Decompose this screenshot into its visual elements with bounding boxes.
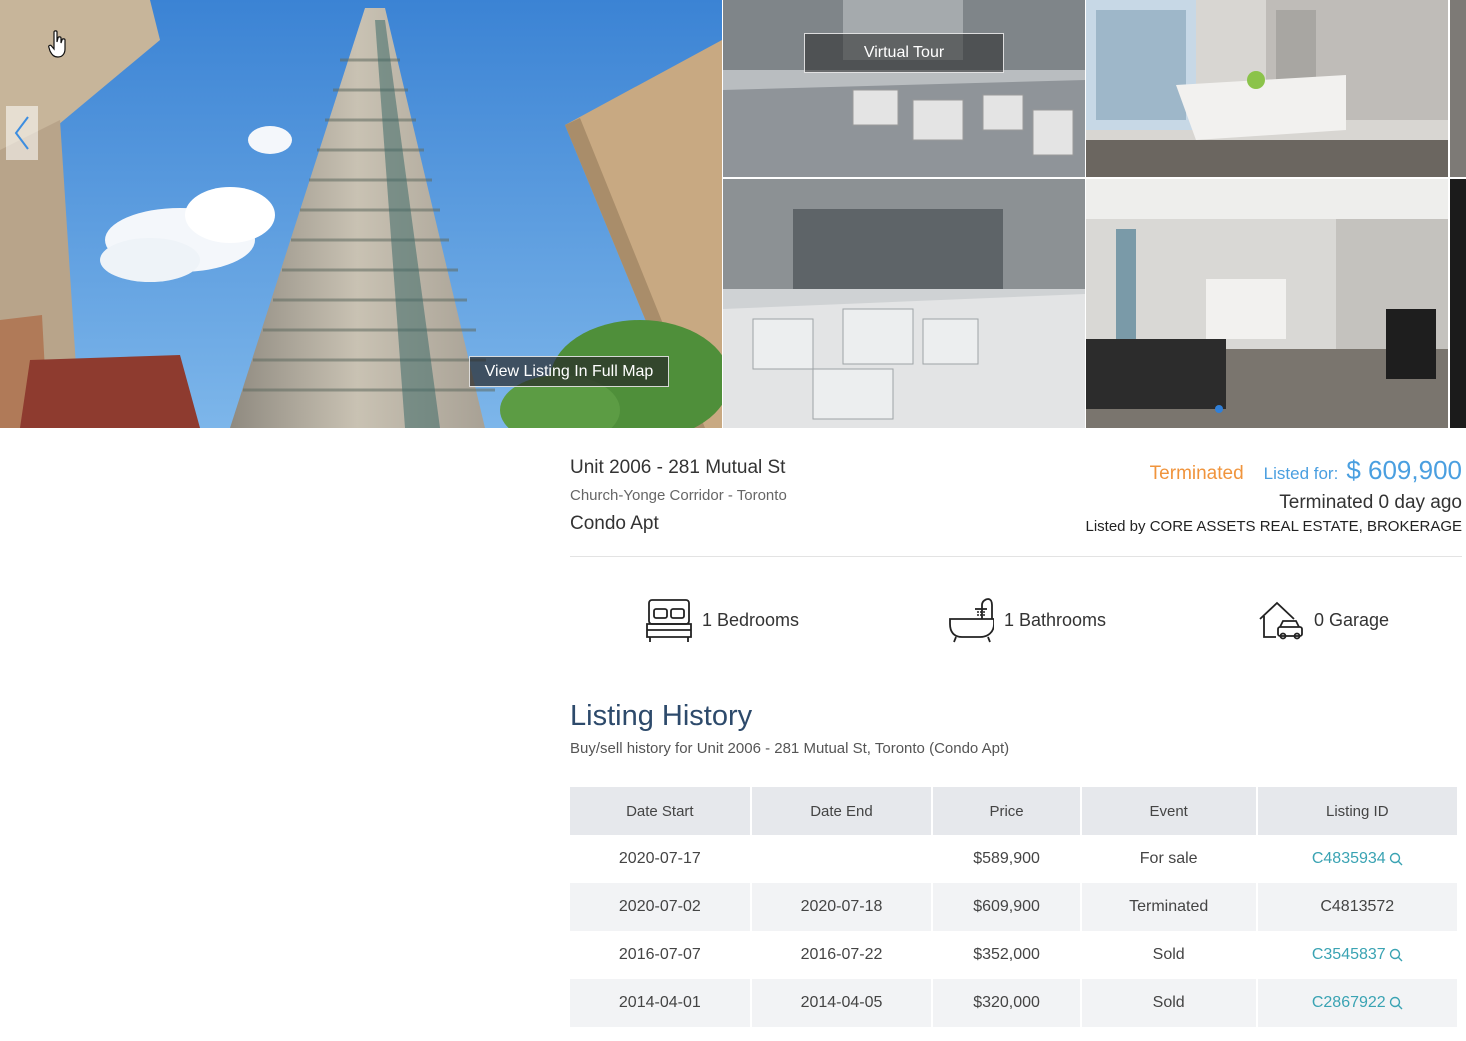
column-header: Event (1081, 787, 1256, 835)
table-header-row: Date Start Date End Price Event Listing … (570, 787, 1457, 835)
table-row: 2014-04-01 2014-04-05 $320,000 Sold C286… (570, 979, 1457, 1027)
thumbnail-photo-entrance[interactable] (723, 179, 1085, 428)
listing-id-text: C4813572 (1320, 898, 1395, 915)
feature-bathrooms: 1 Bathrooms (948, 597, 1106, 643)
bed-icon (646, 599, 692, 642)
column-header: Date End (751, 787, 932, 835)
price-cell: $589,900 (973, 850, 1040, 867)
listing-id-text: C3545837 (1311, 946, 1386, 963)
listing-brokerage: Listed by CORE ASSETS REAL ESTATE, BROKE… (1085, 518, 1462, 535)
event-cell: Sold (1152, 946, 1185, 963)
date-end-cell (752, 835, 932, 883)
status-price-row: Terminated Listed for: $ 609,900 (1150, 455, 1462, 486)
listing-id-cell: C4835934 (1258, 835, 1457, 883)
listing-address: Unit 2006 - 281 Mutual St (570, 457, 786, 478)
feature-garage: 0 Garage (1258, 597, 1389, 643)
thumbnail-photo-kitchen[interactable] (1086, 0, 1448, 177)
event-cell: Terminated (1081, 883, 1256, 931)
listing-history-table: Date Start Date End Price Event Listing … (568, 787, 1459, 1027)
listing-id-link[interactable]: C3545837 (1312, 946, 1403, 963)
property-type: Condo Apt (570, 513, 659, 534)
bathrooms-label: 1 Bathrooms (1004, 609, 1107, 630)
event-cell: Sold (1081, 979, 1256, 1027)
feature-bedrooms: 1 Bedrooms (646, 597, 799, 643)
garage-label: 0 Garage (1314, 609, 1390, 630)
terminated-ago: Terminated 0 day ago (1279, 492, 1462, 513)
thumbnail-photo-partial[interactable] (1450, 179, 1466, 428)
price-cell: $352,000 (973, 946, 1040, 963)
date-start-cell: 2020-07-02 (570, 883, 750, 931)
date-start-cell: 2014-04-01 (570, 979, 750, 1027)
search-icon (1389, 852, 1403, 866)
column-header: Price (933, 787, 1080, 835)
date-start-cell: 2020-07-17 (618, 850, 701, 867)
listing-id-link[interactable]: C4835934 (1312, 850, 1403, 867)
listed-for-label: Listed for: (1263, 464, 1339, 483)
bedrooms-label: 1 Bedrooms (702, 609, 800, 630)
thumbnail-photo-partial[interactable] (1450, 0, 1466, 177)
view-full-map-button[interactable]: View Listing In Full Map (469, 356, 669, 387)
garage-icon (1259, 601, 1303, 640)
column-header: Date Start (570, 787, 750, 835)
chevron-left-icon (14, 116, 29, 150)
listing-summary: Unit 2006 - 281 Mutual St Church-Yonge C… (570, 455, 1462, 557)
listing-history-subtitle: Buy/sell history for Unit 2006 - 281 Mut… (570, 740, 1010, 757)
date-end-cell: 2016-07-22 (800, 946, 883, 963)
table-row: 2016-07-07 2016-07-22 $352,000 Sold C354… (570, 931, 1457, 979)
listing-id-cell: C4813572 (1257, 883, 1457, 931)
gallery-pagination (1215, 405, 1223, 413)
listing-id-cell: C2867922 (1257, 979, 1457, 1027)
listing-neighborhood: Church-Yonge Corridor - Toronto (570, 487, 787, 504)
table-row: 2020-07-02 2020-07-18 $609,900 Terminate… (570, 883, 1457, 931)
thumbnail-photo-courtyard[interactable] (723, 0, 1085, 177)
photo-gallery: Virtual Tour View Listing In Full Map (0, 0, 1466, 428)
virtual-tour-button[interactable]: Virtual Tour (804, 33, 1004, 73)
thumbnail-photo-living-room[interactable] (1086, 179, 1448, 428)
gallery-dot[interactable] (1215, 405, 1223, 413)
price-cell: $320,000 (933, 979, 1080, 1027)
listing-id-text: C4835934 (1311, 850, 1386, 867)
search-icon (1389, 948, 1403, 962)
table-row: 2020-07-17 $589,900 For sale C4835934 (570, 835, 1457, 883)
search-icon (1389, 996, 1403, 1010)
column-header: Listing ID (1257, 787, 1457, 835)
listing-id-link[interactable]: C2867922 (1312, 994, 1403, 1011)
listing-history-title: Listing History (570, 700, 753, 732)
hand-cursor-icon (48, 30, 66, 58)
bathtub-icon (949, 598, 994, 643)
price-cell: $609,900 (933, 883, 1080, 931)
listing-id-cell: C3545837 (1258, 931, 1457, 979)
listing-price: $ 609,900 (1346, 455, 1462, 485)
date-end-cell: 2020-07-18 (751, 883, 932, 931)
date-end-cell: 2014-04-05 (751, 979, 932, 1027)
date-start-cell: 2016-07-07 (618, 946, 701, 963)
listing-id-text: C2867922 (1311, 994, 1386, 1011)
status-badge: Terminated (1149, 463, 1244, 484)
gallery-previous-button[interactable] (6, 106, 38, 160)
event-cell: For sale (1139, 850, 1198, 867)
